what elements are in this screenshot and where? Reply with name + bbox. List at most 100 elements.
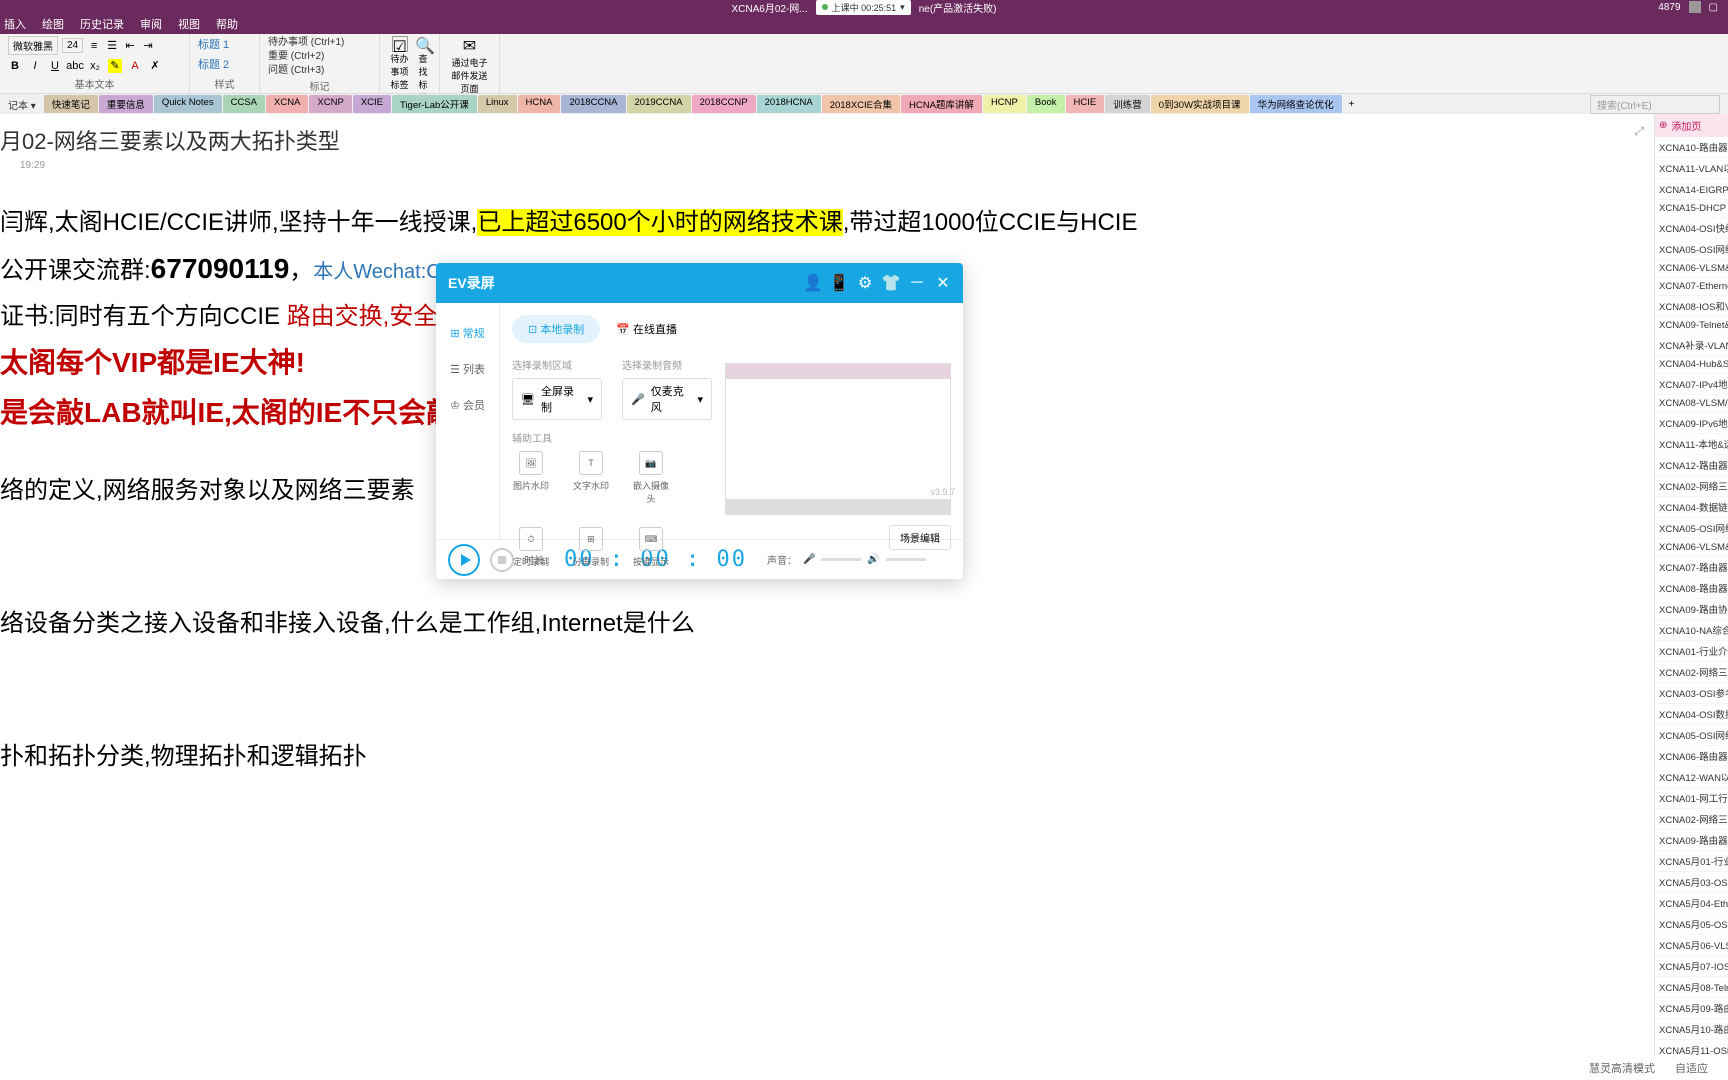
- page-list-item[interactable]: XCNA06-VLSM&CI: [1655, 260, 1728, 278]
- section-tab[interactable]: 训练营: [1105, 95, 1150, 113]
- page-list-item[interactable]: XCNA09-路由器工作: [1655, 830, 1728, 851]
- page-list-item[interactable]: XCNA5月03-OSI参: [1655, 872, 1728, 893]
- page-list-item[interactable]: XCNA12-WAN以及: [1655, 767, 1728, 788]
- page-list-item[interactable]: XCNA07-IPv4地址划: [1655, 374, 1728, 395]
- highlight-icon[interactable]: ✎: [108, 59, 122, 73]
- page-list-item[interactable]: XCNA10-NA综合实: [1655, 620, 1728, 641]
- phone-icon[interactable]: 📱: [831, 275, 847, 291]
- clear-format-icon[interactable]: ✗: [148, 59, 162, 73]
- section-tab[interactable]: HCNP: [983, 95, 1026, 113]
- minimize-icon[interactable]: ─: [909, 275, 925, 291]
- section-tab[interactable]: HCNA题库讲解: [901, 95, 982, 113]
- page-list-item[interactable]: XCNA06-VLSM&CI: [1655, 539, 1728, 557]
- indent-icon[interactable]: ⇥: [141, 39, 155, 53]
- page-list-item[interactable]: XCNA5月11-OSPF: [1655, 1040, 1728, 1056]
- ev-side-list[interactable]: ☰ 列表: [436, 351, 499, 387]
- ev-tool-item[interactable]: 📷嵌入摄像头: [632, 451, 670, 505]
- gear-icon[interactable]: ⚙: [857, 275, 873, 291]
- style-heading2[interactable]: 标题 2: [198, 56, 251, 72]
- mic-volume-slider[interactable]: [821, 558, 861, 561]
- font-size-select[interactable]: 24: [62, 38, 83, 53]
- page-content[interactable]: 月02-网络三要素以及两大拓扑类型 19:29 闫辉,太阁HCIE/CCIE讲师…: [0, 114, 1654, 1056]
- speaker-volume-slider[interactable]: [886, 558, 926, 561]
- ev-tab-local[interactable]: ⊡ 本地录制: [512, 315, 600, 343]
- page-list-item[interactable]: XCNA09-路由协议: [1655, 599, 1728, 620]
- email-page-icon[interactable]: ✉: [448, 36, 491, 56]
- menu-review[interactable]: 审阅: [140, 16, 162, 32]
- section-tab[interactable]: CCSA: [223, 95, 265, 113]
- record-area-select[interactable]: 🖥全屏录制▾: [512, 378, 602, 420]
- section-tab[interactable]: 2018XCIE合集: [822, 95, 900, 113]
- section-tab[interactable]: XCNP: [309, 95, 351, 113]
- page-list-item[interactable]: XCNA11-本地&远程: [1655, 434, 1728, 455]
- page-list-item[interactable]: XCNA04-数据链路层: [1655, 497, 1728, 518]
- page-list-item[interactable]: XCNA5月09-路由器: [1655, 998, 1728, 1019]
- add-tab-icon[interactable]: +: [1343, 99, 1361, 110]
- tag-important[interactable]: 重要 (Ctrl+2): [268, 50, 371, 64]
- record-audio-select[interactable]: 🎤仅麦克风▾: [622, 378, 712, 420]
- page-list-item[interactable]: XCNA09-Telnet&SS: [1655, 317, 1728, 335]
- section-tab[interactable]: HCNA: [518, 95, 561, 113]
- section-tab[interactable]: 2018CCNP: [692, 95, 756, 113]
- close-icon[interactable]: ✕: [935, 275, 951, 291]
- skin-icon[interactable]: 👕: [883, 275, 899, 291]
- page-list-item[interactable]: XCNA02-网络三要素: [1655, 476, 1728, 497]
- page-list-item[interactable]: XCNA5月06-VLSM&: [1655, 935, 1728, 956]
- bullet-list-icon[interactable]: ≡: [87, 39, 101, 53]
- section-tab[interactable]: Linux: [478, 95, 517, 113]
- ev-tool-item[interactable]: T文字水印: [572, 451, 610, 505]
- user-icon[interactable]: 👤: [805, 275, 821, 291]
- section-tab[interactable]: 2018HCNA: [757, 95, 821, 113]
- page-list-item[interactable]: XCNA07-路由器组成: [1655, 557, 1728, 578]
- style-heading1[interactable]: 标题 1: [198, 36, 251, 52]
- outdent-icon[interactable]: ⇤: [123, 39, 137, 53]
- page-list-item[interactable]: XCNA10-路由器控制: [1655, 137, 1728, 158]
- page-list-item[interactable]: XCNA5月07-IOS和V: [1655, 956, 1728, 977]
- number-list-icon[interactable]: ☰: [105, 39, 119, 53]
- tag-question[interactable]: 问题 (Ctrl+3): [268, 64, 371, 78]
- find-tags-icon[interactable]: 🔍: [415, 36, 431, 52]
- ev-preview-thumbnail[interactable]: [725, 363, 951, 515]
- strike-icon[interactable]: abc: [68, 59, 82, 73]
- menu-help[interactable]: 帮助: [216, 16, 238, 32]
- page-list-item[interactable]: XCNA08-路由器工作: [1655, 578, 1728, 599]
- section-tab[interactable]: 快速笔记: [44, 95, 98, 113]
- ev-side-member[interactable]: ♔ 会员: [436, 387, 499, 423]
- section-tab[interactable]: 2019CCNA: [627, 95, 691, 113]
- page-list-item[interactable]: XCNA02-网络三要素: [1655, 662, 1728, 683]
- page-list-item[interactable]: XCNA03-OSI参考模: [1655, 683, 1728, 704]
- page-list-item[interactable]: XCNA09-IPv6地址划: [1655, 413, 1728, 434]
- page-list-item[interactable]: XCNA02-网络三要素: [1655, 809, 1728, 830]
- fit-mode[interactable]: 自适应: [1675, 1060, 1708, 1076]
- speaker-volume-icon[interactable]: 🔊: [867, 554, 879, 565]
- notebook-selector[interactable]: 记本 ▾: [0, 97, 44, 112]
- section-tab[interactable]: XCIE: [353, 95, 391, 113]
- menu-history[interactable]: 历史记录: [80, 16, 124, 32]
- bold-icon[interactable]: B: [8, 59, 22, 73]
- section-tab[interactable]: Book: [1027, 95, 1065, 113]
- section-tab[interactable]: XCNA: [266, 95, 308, 113]
- page-list-item[interactable]: XCNA5月08-Telnet: [1655, 977, 1728, 998]
- subscript-icon[interactable]: x₂: [88, 59, 102, 73]
- page-title[interactable]: 月02-网络三要素以及两大拓扑类型: [0, 124, 1654, 156]
- page-list-item[interactable]: XCNA12-路由器组成: [1655, 455, 1728, 476]
- ev-tool-item[interactable]: ⏱定时录制: [512, 527, 550, 568]
- page-list-item[interactable]: XCNA05-OSI网络层: [1655, 725, 1728, 746]
- fullscreen-icon[interactable]: ⤢: [1634, 124, 1644, 139]
- ev-tool-item[interactable]: 🖼图片水印: [512, 451, 550, 505]
- user-avatar-icon[interactable]: [1689, 1, 1701, 13]
- ev-tool-item[interactable]: ⊞分屏录制: [572, 527, 610, 568]
- display-mode[interactable]: 慧灵高清模式: [1589, 1060, 1655, 1076]
- section-tab[interactable]: 0到30W实战项目课: [1151, 95, 1249, 113]
- window-control-icon[interactable]: ▢: [1709, 2, 1718, 13]
- tag-todo[interactable]: 待办事项 (Ctrl+1): [268, 36, 371, 50]
- section-tab[interactable]: Tiger-Lab公开课: [392, 95, 477, 113]
- section-tab[interactable]: 2018CCNA: [561, 95, 625, 113]
- font-color-icon[interactable]: A: [128, 59, 142, 73]
- section-tab[interactable]: Quick Notes: [154, 95, 222, 113]
- page-list-item[interactable]: XCNA05-OSI网络层: [1655, 239, 1728, 260]
- page-list-item[interactable]: XCNA04-OSI数据封: [1655, 704, 1728, 725]
- record-stop-button[interactable]: [490, 548, 514, 572]
- page-list-item[interactable]: XCNA06-路由器组成: [1655, 746, 1728, 767]
- menu-insert[interactable]: 插入: [4, 16, 26, 32]
